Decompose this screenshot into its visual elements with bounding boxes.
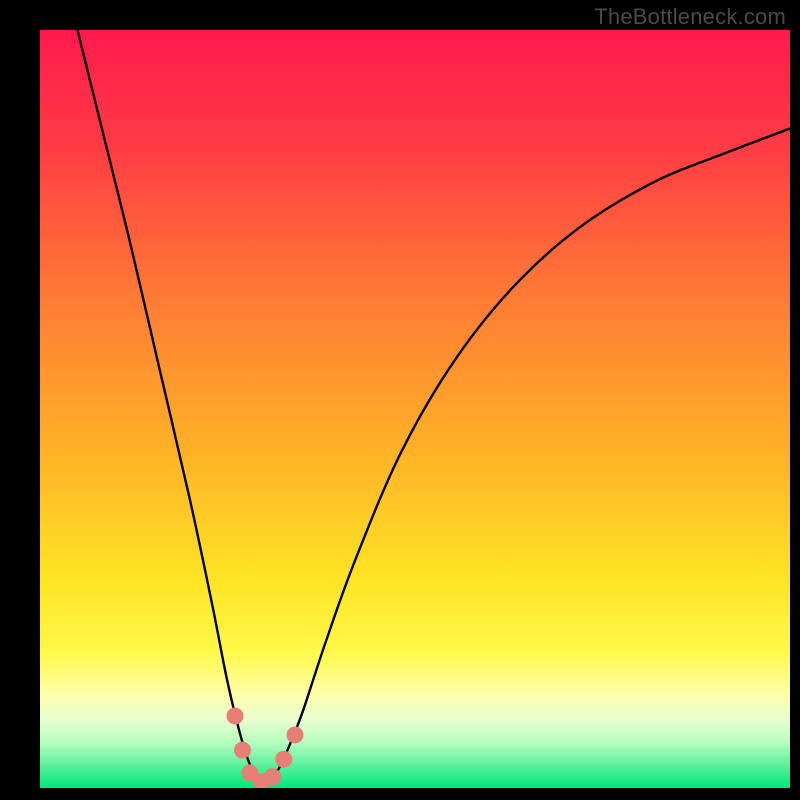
chart-svg — [0, 0, 800, 800]
curve-marker — [234, 742, 251, 759]
curve-marker — [287, 726, 304, 743]
curve-marker — [275, 751, 292, 768]
curve-marker — [264, 768, 281, 785]
chart-frame: TheBottleneck.com — [0, 0, 800, 800]
watermark-text: TheBottleneck.com — [594, 4, 786, 30]
curve-marker — [227, 707, 244, 724]
plot-background — [40, 30, 790, 788]
